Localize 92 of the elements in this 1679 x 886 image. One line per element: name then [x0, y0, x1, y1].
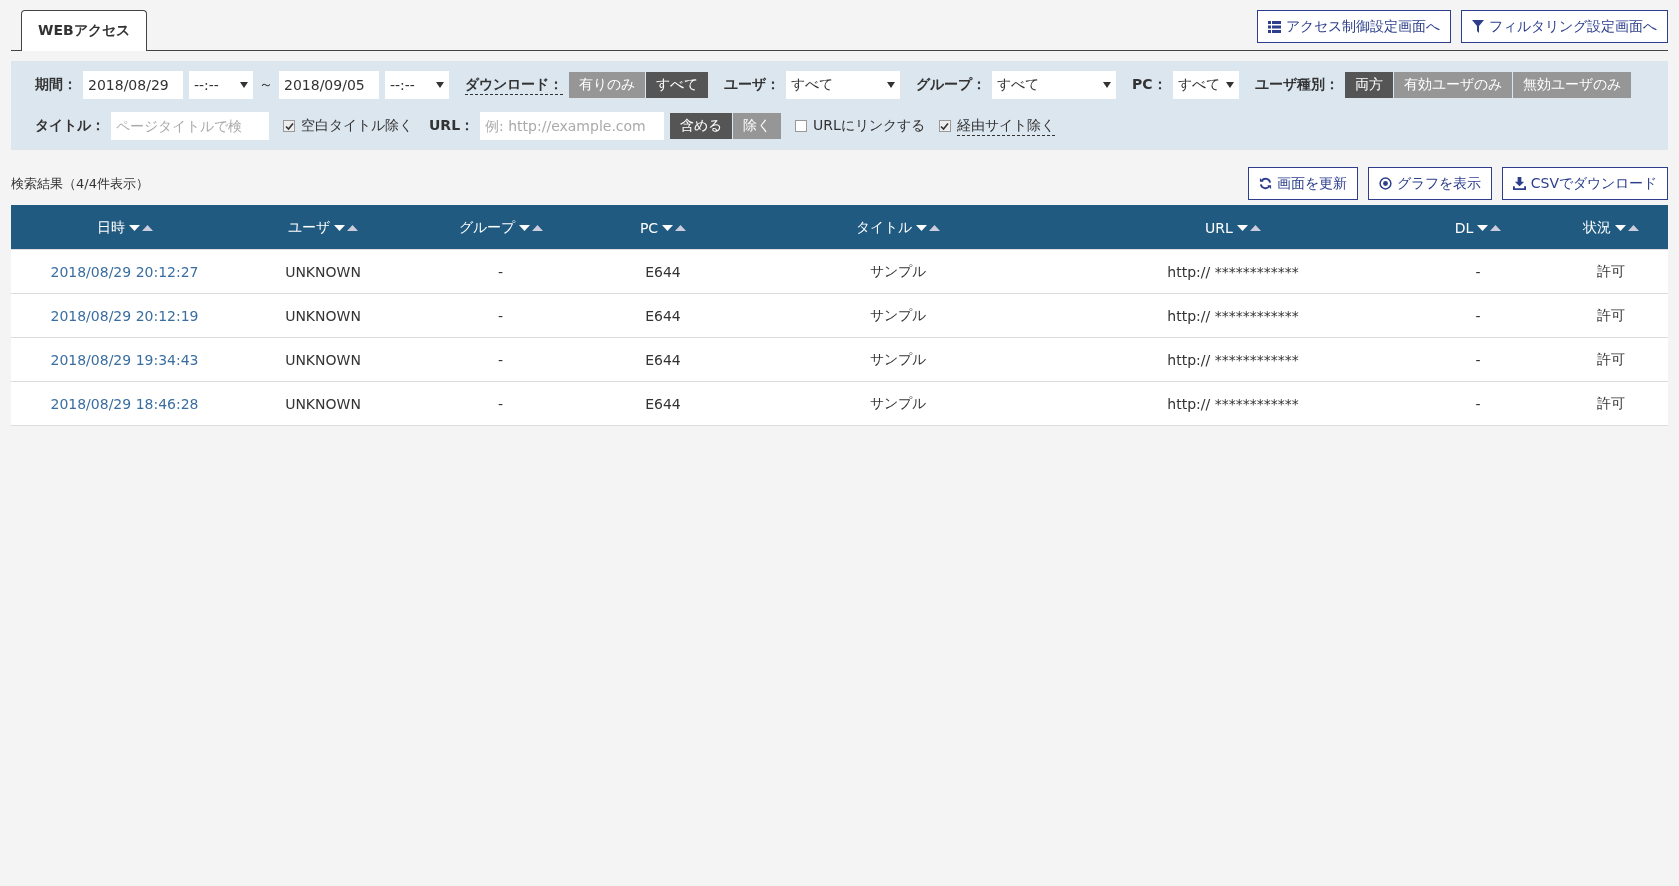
column-header[interactable]: URL — [1205, 219, 1233, 236]
table-cell: http:// ************ — [1167, 395, 1299, 412]
toggle-option[interactable]: すべて — [646, 72, 708, 98]
checkbox-label: URLにリンクする — [813, 117, 925, 135]
column-header[interactable]: 状況 — [1582, 218, 1611, 237]
table-cell: 許可 — [1596, 262, 1625, 281]
action-button[interactable]: グラフを表示 — [1367, 167, 1492, 200]
table-cell: - — [1475, 307, 1481, 324]
nav-button[interactable]: アクセス制御設定画面へ — [1257, 10, 1451, 43]
column-header[interactable]: DL — [1454, 219, 1474, 236]
table-cell: http:// ************ — [1167, 307, 1299, 324]
field-label: ユーザ種別： — [1254, 76, 1339, 94]
table-cell: E644 — [645, 263, 681, 280]
column-header[interactable]: グループ — [458, 218, 515, 237]
url-field[interactable]: 例: http://example.com — [480, 112, 665, 140]
field-label: PC： — [1132, 76, 1167, 94]
nav-button[interactable]: フィルタリング設定画面へ — [1461, 10, 1668, 43]
group-select[interactable]: すべて — [992, 71, 1116, 99]
table-cell: - — [1475, 395, 1481, 412]
target-icon — [1378, 177, 1392, 190]
dropdown-caret-icon — [1103, 82, 1111, 88]
toggle-option[interactable]: 含める — [670, 113, 733, 139]
sort-icon[interactable] — [128, 223, 153, 232]
table-cell: UNKNOWN — [285, 263, 361, 280]
field-label: タイトル： — [35, 117, 105, 135]
table-cell: UNKNOWN — [285, 351, 361, 368]
filter-icon — [1472, 20, 1484, 33]
list-icon — [1268, 20, 1281, 33]
checkbox-label: 経由サイト除く — [956, 116, 1055, 136]
column-header[interactable]: タイトル — [856, 218, 912, 237]
sort-icon[interactable] — [518, 223, 543, 232]
table-cell: 許可 — [1596, 350, 1625, 369]
action-button[interactable]: CSVでダウンロード — [1501, 167, 1668, 200]
column-header[interactable]: ユーザ — [288, 218, 330, 237]
date-field[interactable]: 2018/08/29 — [83, 71, 183, 99]
action-button[interactable]: 画面を更新 — [1247, 167, 1358, 200]
table-cell: E644 — [645, 395, 681, 412]
table-cell: E644 — [645, 351, 681, 368]
sort-icon[interactable] — [334, 223, 358, 232]
checkbox[interactable] — [795, 120, 808, 132]
time-select[interactable]: --:-- — [385, 71, 449, 99]
table-cell: サンプル — [870, 306, 926, 325]
download-icon — [1512, 177, 1526, 190]
field-label: ダウンロード： — [465, 75, 563, 95]
table-cell: サンプル — [870, 262, 926, 281]
table-cell: 許可 — [1596, 394, 1625, 413]
dropdown-caret-icon — [1225, 82, 1234, 88]
dropdown-caret-icon — [436, 82, 444, 88]
table-cell: - — [497, 307, 504, 324]
sort-icon[interactable] — [1477, 223, 1502, 232]
table-cell: http:// ************ — [1167, 263, 1299, 280]
table-cell: サンプル — [870, 350, 926, 369]
date-link[interactable]: 2018/08/29 18:46:28 — [50, 395, 199, 412]
table-cell: UNKNOWN — [285, 395, 361, 412]
field-label: グループ： — [916, 76, 986, 94]
result-summary: 検索結果（4/4件表示） — [11, 174, 149, 193]
table-cell: - — [1475, 263, 1481, 280]
user-select[interactable]: すべて — [786, 71, 900, 99]
date-field[interactable]: 2018/09/05 — [279, 71, 379, 99]
table-cell: http:// ************ — [1167, 351, 1299, 368]
title-field[interactable]: ページタイトルで検 — [111, 112, 269, 140]
sort-icon[interactable] — [662, 223, 687, 232]
range-separator: ～ — [259, 76, 273, 94]
column-header[interactable]: PC — [639, 219, 659, 236]
field-label: 期間： — [35, 76, 77, 94]
table-cell: 許可 — [1596, 306, 1625, 325]
table-cell: - — [1475, 351, 1481, 368]
date-link[interactable]: 2018/08/29 19:34:43 — [50, 351, 199, 368]
dropdown-caret-icon — [887, 82, 895, 88]
date-link[interactable]: 2018/08/29 20:12:27 — [50, 263, 199, 280]
checkbox[interactable] — [283, 120, 295, 132]
table-cell: サンプル — [870, 394, 926, 413]
tab[interactable]: WEBアクセス — [21, 10, 147, 51]
date-link[interactable]: 2018/08/29 20:12:19 — [50, 307, 199, 324]
pc-select[interactable]: すべて — [1172, 71, 1239, 99]
table-cell: UNKNOWN — [285, 307, 361, 324]
field-label: URL： — [429, 117, 475, 135]
field-label: ユーザ： — [724, 76, 780, 94]
dropdown-caret-icon — [240, 82, 248, 88]
checkbox-label: 空白タイトル除く — [301, 117, 413, 135]
checkbox[interactable] — [938, 120, 951, 132]
refresh-icon — [1258, 177, 1272, 190]
column-header[interactable]: 日時 — [96, 218, 125, 237]
toggle-option[interactable]: 両方 — [1344, 72, 1393, 98]
sort-icon[interactable] — [1236, 223, 1261, 232]
table-cell: - — [497, 351, 504, 368]
table-cell: E644 — [645, 307, 681, 324]
sort-icon[interactable] — [916, 223, 940, 232]
table-cell: - — [497, 395, 504, 412]
table-cell: - — [497, 263, 504, 280]
time-select[interactable]: --:-- — [189, 71, 253, 99]
sort-icon[interactable] — [1614, 223, 1639, 232]
